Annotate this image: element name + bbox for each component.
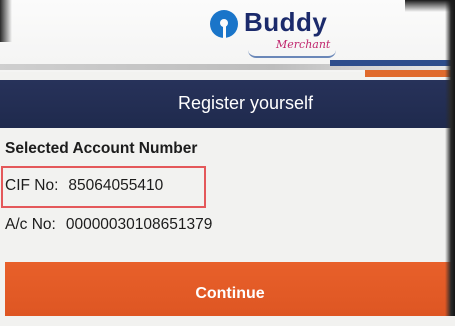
- logo-text: Buddy: [244, 7, 328, 37]
- continue-button[interactable]: Continue: [5, 262, 455, 316]
- cif-value: 85064055410: [68, 177, 164, 194]
- account-label: A/c No:: [5, 216, 56, 233]
- sbi-keyhole-logo-icon: [210, 10, 238, 38]
- account-row: A/c No: 00000030108651379: [5, 216, 212, 234]
- header-stripe-orange: [365, 70, 455, 77]
- cif-row: CIF No: 85064055410: [5, 177, 163, 195]
- logo-swoosh: [248, 50, 336, 58]
- header-stripe-blue: [330, 60, 455, 66]
- photo-bezel-left: [0, 0, 12, 42]
- photo-bezel-top-right: [405, 0, 455, 12]
- title-bar: Register yourself: [0, 80, 455, 128]
- buddy-logo: Buddy Merchant: [208, 6, 338, 62]
- section-title: Selected Account Number: [5, 140, 198, 157]
- page-title: Register yourself: [177, 93, 314, 113]
- photo-bezel-right: [445, 0, 455, 316]
- account-value: 00000030108651379: [65, 216, 213, 233]
- cif-label: CIF No:: [5, 177, 59, 194]
